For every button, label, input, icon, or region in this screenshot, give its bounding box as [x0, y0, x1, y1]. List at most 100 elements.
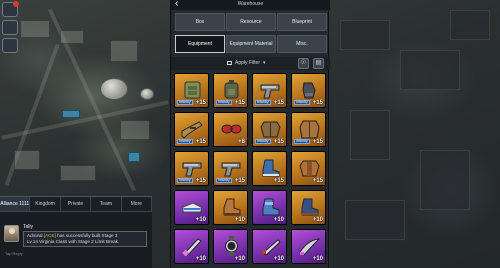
- item-count: +15: [312, 100, 323, 106]
- tab-box[interactable]: Box: [175, 13, 225, 31]
- chat-tab-alliance[interactable]: Alliance 1111: [0, 197, 31, 211]
- apply-filter-button[interactable]: Apply Filter ▾: [227, 60, 266, 66]
- hud-mail-icon[interactable]: [2, 20, 18, 35]
- item-count: +10: [312, 256, 323, 262]
- item-count: +15: [195, 100, 206, 106]
- tab-misc[interactable]: Misc.: [277, 35, 327, 53]
- message-prefix: Admiral: [27, 233, 43, 238]
- knife-icon: [181, 236, 204, 257]
- filter-icon: [227, 60, 232, 65]
- equipment-slot[interactable]: Infantry +15: [174, 73, 209, 108]
- equipment-slot[interactable]: Infantry +15: [213, 151, 248, 186]
- equipment-slot[interactable]: +10: [291, 229, 326, 264]
- equipment-slot[interactable]: +15: [252, 151, 287, 186]
- avatar[interactable]: [4, 225, 19, 242]
- boots-icon: [259, 158, 282, 178]
- chat-tab-kingdom[interactable]: Kingdom: [30, 197, 61, 211]
- item-count: +15: [312, 178, 323, 184]
- dagger-icon: [259, 236, 282, 256]
- goggles-icon: [220, 119, 243, 139]
- chat-sender-name: Tally: [23, 224, 34, 230]
- tab-resource[interactable]: Resource: [226, 13, 276, 31]
- tab-equipment-material[interactable]: Equipment Material: [226, 35, 276, 53]
- rifle-icon: [181, 119, 204, 139]
- chat-hint: Tap Reply: [5, 251, 23, 256]
- filter-label: Apply Filter: [235, 60, 261, 66]
- hud-event-icon[interactable]: [2, 1, 19, 17]
- equipment-slot[interactable]: Infantry +15: [213, 73, 248, 108]
- title-bar: ‹ Warehouse: [171, 0, 330, 10]
- troop-type-badge: Infantry: [255, 139, 271, 144]
- backpack-icon: [220, 80, 243, 100]
- troop-type-badge: Infantry: [255, 100, 271, 105]
- gloves-icon: [298, 80, 321, 100]
- troop-type-badge: Infantry: [216, 178, 232, 183]
- troop-type-badge: Infantry: [177, 100, 193, 105]
- item-count: +15: [273, 139, 284, 145]
- equipment-slot[interactable]: Infantry +15: [174, 112, 209, 147]
- equipment-slot[interactable]: +10: [213, 229, 248, 264]
- pistol-icon: [259, 80, 282, 100]
- page-title: Warehouse: [237, 1, 264, 7]
- equipment-slot[interactable]: Infantry +15: [252, 73, 287, 108]
- tactical-vest-icon: [181, 80, 204, 100]
- chat-tab-team[interactable]: Team: [91, 197, 122, 211]
- item-count: +10: [234, 217, 245, 223]
- troop-type-badge: Infantry: [294, 139, 310, 144]
- item-count: +10: [312, 217, 323, 223]
- item-count: +15: [234, 178, 245, 184]
- pistol-icon: [181, 158, 204, 178]
- sneaker-icon: [181, 197, 204, 217]
- item-count: +15: [195, 178, 206, 184]
- leather-jacket-icon: [298, 158, 321, 178]
- batch-select-button[interactable]: ▤: [313, 58, 324, 69]
- tab-equipment[interactable]: Equipment: [175, 35, 225, 53]
- item-count: +15: [273, 178, 284, 184]
- equipment-slot[interactable]: +10: [252, 190, 287, 225]
- item-count: +10: [273, 256, 284, 262]
- armor-boot-icon: [259, 197, 282, 217]
- coat-icon: [298, 119, 321, 139]
- chevron-down-icon: ▾: [263, 60, 266, 66]
- warehouse-panel: ‹ Warehouse Box Resource Blueprint Equip…: [170, 0, 330, 268]
- chat-tab-private[interactable]: Private: [61, 197, 92, 211]
- jacket-icon: [259, 119, 282, 139]
- equipment-slot[interactable]: +8: [213, 112, 248, 147]
- item-count: +15: [195, 139, 206, 145]
- chat-message-bubble[interactable]: Admiral [ACE] has successfully built Sta…: [23, 231, 147, 247]
- tab-blueprint[interactable]: Blueprint: [277, 13, 327, 31]
- filter-bar: Apply Filter ▾ ☉ ▤: [171, 57, 330, 70]
- chat-message-area[interactable]: Tally Admiral [ACE] has successfully bui…: [0, 211, 152, 268]
- equipment-slot[interactable]: Infantry +15: [291, 73, 326, 108]
- message-line2: Lv.14 Virginia Class with Stage 2 Limit …: [27, 239, 120, 244]
- equipment-slot[interactable]: +10: [252, 229, 287, 264]
- item-count: +10: [195, 256, 206, 262]
- troop-type-badge: Infantry: [294, 100, 310, 105]
- equipment-slot[interactable]: +15: [291, 151, 326, 186]
- hud-quest-icon[interactable]: [2, 38, 18, 53]
- equipment-slot[interactable]: +10: [174, 229, 209, 264]
- equipment-slot[interactable]: +10: [213, 190, 248, 225]
- equipment-slot[interactable]: Infantry +15: [174, 151, 209, 186]
- troop-type-badge: Infantry: [177, 178, 193, 183]
- equipment-slot[interactable]: Infantry +15: [252, 112, 287, 147]
- item-count: +10: [234, 256, 245, 262]
- message-body: has successfully built Stage 3: [55, 233, 118, 238]
- item-count: +10: [195, 217, 206, 223]
- equipment-slot[interactable]: +10: [291, 190, 326, 225]
- chat-tab-more[interactable]: More: [122, 197, 153, 211]
- troop-type-badge: Infantry: [216, 100, 232, 105]
- equipment-slot[interactable]: +10: [174, 190, 209, 225]
- item-count: +8: [238, 139, 245, 145]
- pistol-icon: [220, 158, 243, 178]
- item-count: +15: [234, 100, 245, 106]
- sort-button[interactable]: ☉: [298, 58, 309, 69]
- item-count: +15: [312, 139, 323, 145]
- combat-boot-icon: [298, 197, 321, 217]
- wristwatch-icon: [220, 236, 243, 256]
- item-count: +10: [273, 217, 284, 223]
- item-count: +15: [273, 100, 284, 106]
- notification-dot-icon: [13, 1, 19, 7]
- leather-boot-icon: [220, 197, 243, 217]
- equipment-slot[interactable]: Infantry +15: [291, 112, 326, 147]
